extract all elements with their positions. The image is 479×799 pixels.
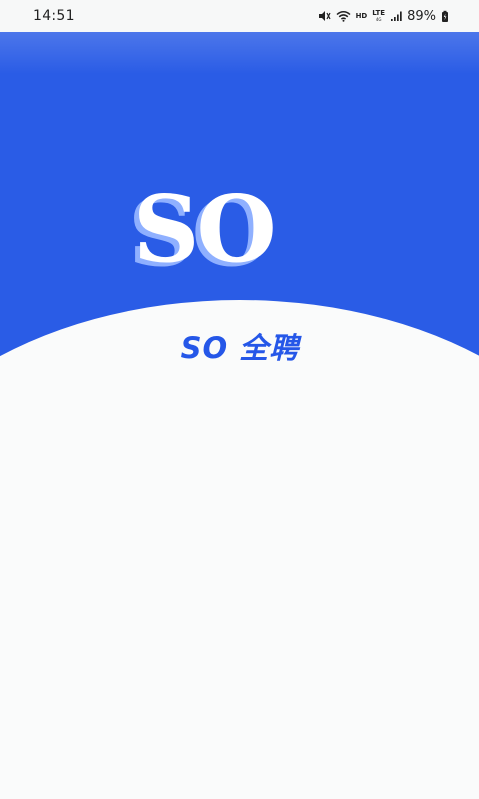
signal-icon — [390, 10, 402, 22]
splash-screen: 14:51 HD LTE 4G 89% SO SO SO 全聘 — [0, 0, 479, 799]
white-curve-background — [0, 300, 479, 799]
battery-percentage: 89% — [407, 8, 436, 24]
wifi-icon — [336, 10, 351, 22]
lte-sub-label: 4G — [375, 17, 382, 22]
so-logo-text: SO — [133, 175, 277, 283]
battery-icon — [441, 10, 449, 23]
so-logo: SO SO — [128, 175, 349, 283]
mute-icon — [318, 10, 331, 22]
lte-icon: LTE 4G — [372, 10, 385, 22]
status-time: 14:51 — [33, 8, 75, 24]
status-bar: 14:51 HD LTE 4G 89% — [0, 0, 479, 32]
brand-name: SO 全聘 — [180, 331, 300, 365]
hd-icon: HD — [355, 11, 368, 20]
status-icons: HD LTE 4G 89% — [318, 9, 449, 24]
lte-label: LTE — [372, 9, 386, 17]
hero-top-glow — [0, 32, 479, 74]
